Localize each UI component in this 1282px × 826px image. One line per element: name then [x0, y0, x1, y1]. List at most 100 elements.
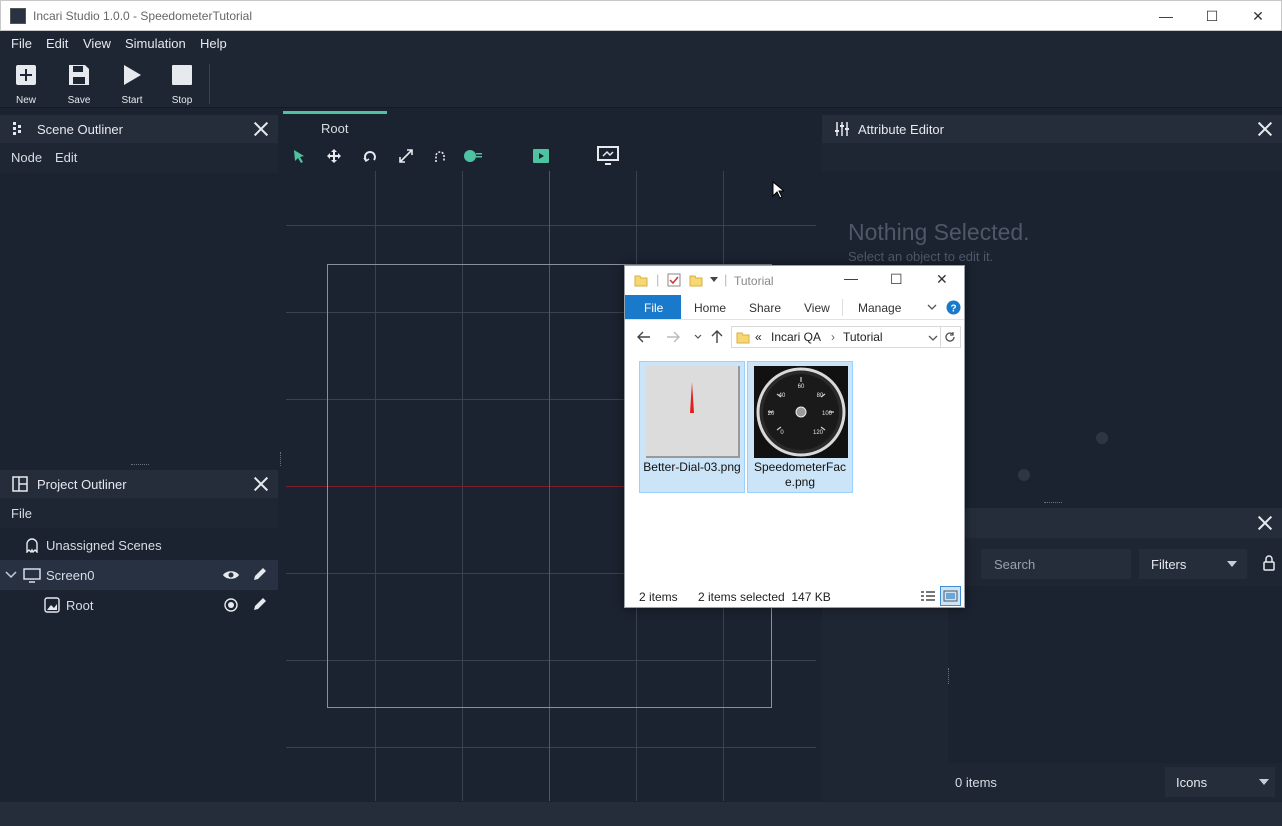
new-icon — [16, 65, 36, 85]
grid-line — [286, 747, 816, 748]
target-icon[interactable] — [224, 598, 238, 612]
tree-item-label: Root — [66, 598, 94, 613]
screen-view-icon[interactable] — [597, 146, 619, 166]
help-icon[interactable]: ? — [946, 300, 961, 315]
tree-item-unassigned-scenes[interactable]: Unassigned Scenes — [0, 530, 278, 560]
asset-search-input[interactable]: Search — [981, 549, 1131, 579]
menu-view[interactable]: View — [83, 36, 111, 51]
ribbon-tab-share[interactable]: Share — [749, 301, 781, 315]
maximize-button[interactable]: ☐ — [1189, 1, 1235, 31]
explorer-minimize-button[interactable]: — — [844, 270, 858, 286]
sliders-icon — [835, 122, 849, 136]
ribbon-tab-home[interactable]: Home — [694, 301, 726, 315]
panel-splitter[interactable] — [131, 464, 149, 466]
asset-browser-header — [948, 508, 1282, 538]
select-arrow-icon[interactable] — [292, 149, 306, 163]
close-window-button[interactable]: ✕ — [1235, 1, 1281, 31]
back-arrow-icon[interactable] — [637, 331, 651, 343]
save-label: Save — [67, 95, 91, 106]
view-mode-dropdown[interactable]: Icons — [1165, 767, 1275, 797]
dial-tick-label: 40 — [779, 393, 786, 399]
project-outliner-icon — [12, 476, 28, 492]
close-icon[interactable] — [253, 121, 269, 137]
tree-item-root[interactable]: Root — [0, 590, 278, 620]
rotate-icon[interactable] — [363, 149, 377, 163]
tree-item-screen0[interactable]: Screen0 — [0, 560, 278, 590]
pencil-icon[interactable] — [252, 566, 268, 582]
path-segment-incari-qa[interactable]: Incari QA — [771, 330, 821, 344]
asset-grid[interactable] — [950, 588, 1282, 763]
eye-icon[interactable] — [222, 568, 240, 582]
move-icon[interactable] — [327, 149, 341, 163]
lightbulb-icon[interactable] — [463, 149, 483, 163]
explorer-status-bar: 2 items 2 items selected 147 KB — [625, 586, 964, 608]
scene-tree-area[interactable] — [2, 175, 276, 460]
project-outliner-menu: File — [0, 498, 278, 528]
file-tile[interactable]: 0 20 40 60 80 100 120 SpeedometerFace.pn… — [747, 361, 853, 493]
save-button[interactable]: Save — [59, 62, 99, 106]
scene-menu-node[interactable]: Node — [11, 150, 42, 165]
up-arrow-icon[interactable] — [711, 330, 723, 344]
properties-icon[interactable] — [667, 273, 681, 287]
mouse-cursor-icon — [772, 181, 784, 199]
panel-splitter[interactable] — [948, 668, 950, 684]
panel-splitter[interactable] — [280, 452, 282, 466]
expand-ribbon-icon[interactable] — [927, 304, 937, 311]
dial-tick-label: 100 — [822, 411, 833, 417]
panel-splitter[interactable] — [1044, 502, 1062, 504]
asset-count: 0 items — [955, 775, 997, 790]
menu-edit[interactable]: Edit — [46, 36, 68, 51]
project-menu-file[interactable]: File — [11, 506, 32, 521]
start-button[interactable]: Start — [112, 62, 152, 106]
close-icon[interactable] — [253, 476, 269, 492]
pencil-icon[interactable] — [252, 596, 268, 612]
menu-file[interactable]: File — [11, 36, 32, 51]
tree-item-label: Unassigned Scenes — [46, 538, 162, 553]
close-icon[interactable] — [1257, 515, 1273, 531]
quick-access-dropdown-icon[interactable] — [710, 277, 718, 283]
start-label: Start — [121, 95, 143, 106]
menu-simulation[interactable]: Simulation — [125, 36, 186, 51]
scene-menu-edit[interactable]: Edit — [55, 150, 77, 165]
explorer-close-button[interactable]: ✕ — [936, 271, 948, 288]
ghost-icon — [26, 538, 38, 553]
stop-button[interactable]: Stop — [162, 62, 202, 106]
scale-icon[interactable] — [399, 149, 413, 163]
tree-item-label: Screen0 — [46, 568, 95, 583]
ribbon-tab-file[interactable]: File — [625, 295, 681, 319]
preview-icon[interactable] — [533, 149, 549, 163]
new-button[interactable]: New — [6, 62, 46, 106]
filters-dropdown[interactable]: Filters — [1139, 549, 1247, 579]
file-tile[interactable]: Better-Dial-03.png — [639, 361, 745, 493]
dial-tick-label: 60 — [798, 384, 805, 390]
tab-root[interactable]: Root — [283, 114, 387, 142]
chevron-down-icon[interactable] — [5, 570, 17, 580]
nothing-selected-hint: Select an object to edit it. — [848, 249, 994, 264]
ribbon-tab-manage[interactable]: Manage — [858, 301, 901, 315]
chevron-down-icon — [1227, 561, 1237, 567]
minimize-button[interactable]: — — [1143, 1, 1189, 31]
status-bar — [0, 802, 1282, 826]
asset-folder-tree[interactable] — [822, 586, 948, 801]
project-outliner-panel: Project Outliner File Unassigned Scenes … — [0, 470, 278, 801]
explorer-maximize-button[interactable]: ☐ — [890, 271, 903, 288]
decorative-dot — [1096, 432, 1108, 444]
details-view-icon[interactable] — [919, 588, 937, 604]
snap-icon[interactable] — [433, 149, 447, 163]
ribbon-tab-view[interactable]: View — [804, 301, 830, 315]
address-bar[interactable]: « Incari QA › Tutorial — [731, 326, 941, 348]
new-folder-icon[interactable] — [689, 273, 703, 287]
recent-locations-icon[interactable] — [694, 334, 702, 340]
attribute-editor-title: Attribute Editor — [858, 121, 944, 137]
lock-icon[interactable] — [1263, 555, 1275, 571]
path-overflow[interactable]: « — [755, 330, 762, 344]
chevron-down-icon[interactable] — [928, 335, 938, 342]
close-icon[interactable] — [1257, 121, 1273, 137]
menu-help[interactable]: Help — [200, 36, 227, 51]
forward-arrow-icon[interactable] — [666, 331, 680, 343]
file-thumbnail-speedometer: 0 20 40 60 80 100 120 — [754, 366, 848, 458]
menu-bar: File Edit View Simulation Help — [0, 31, 1282, 56]
refresh-button[interactable] — [941, 326, 961, 348]
large-icons-view-icon[interactable] — [940, 586, 961, 606]
path-segment-tutorial[interactable]: Tutorial — [843, 330, 883, 344]
